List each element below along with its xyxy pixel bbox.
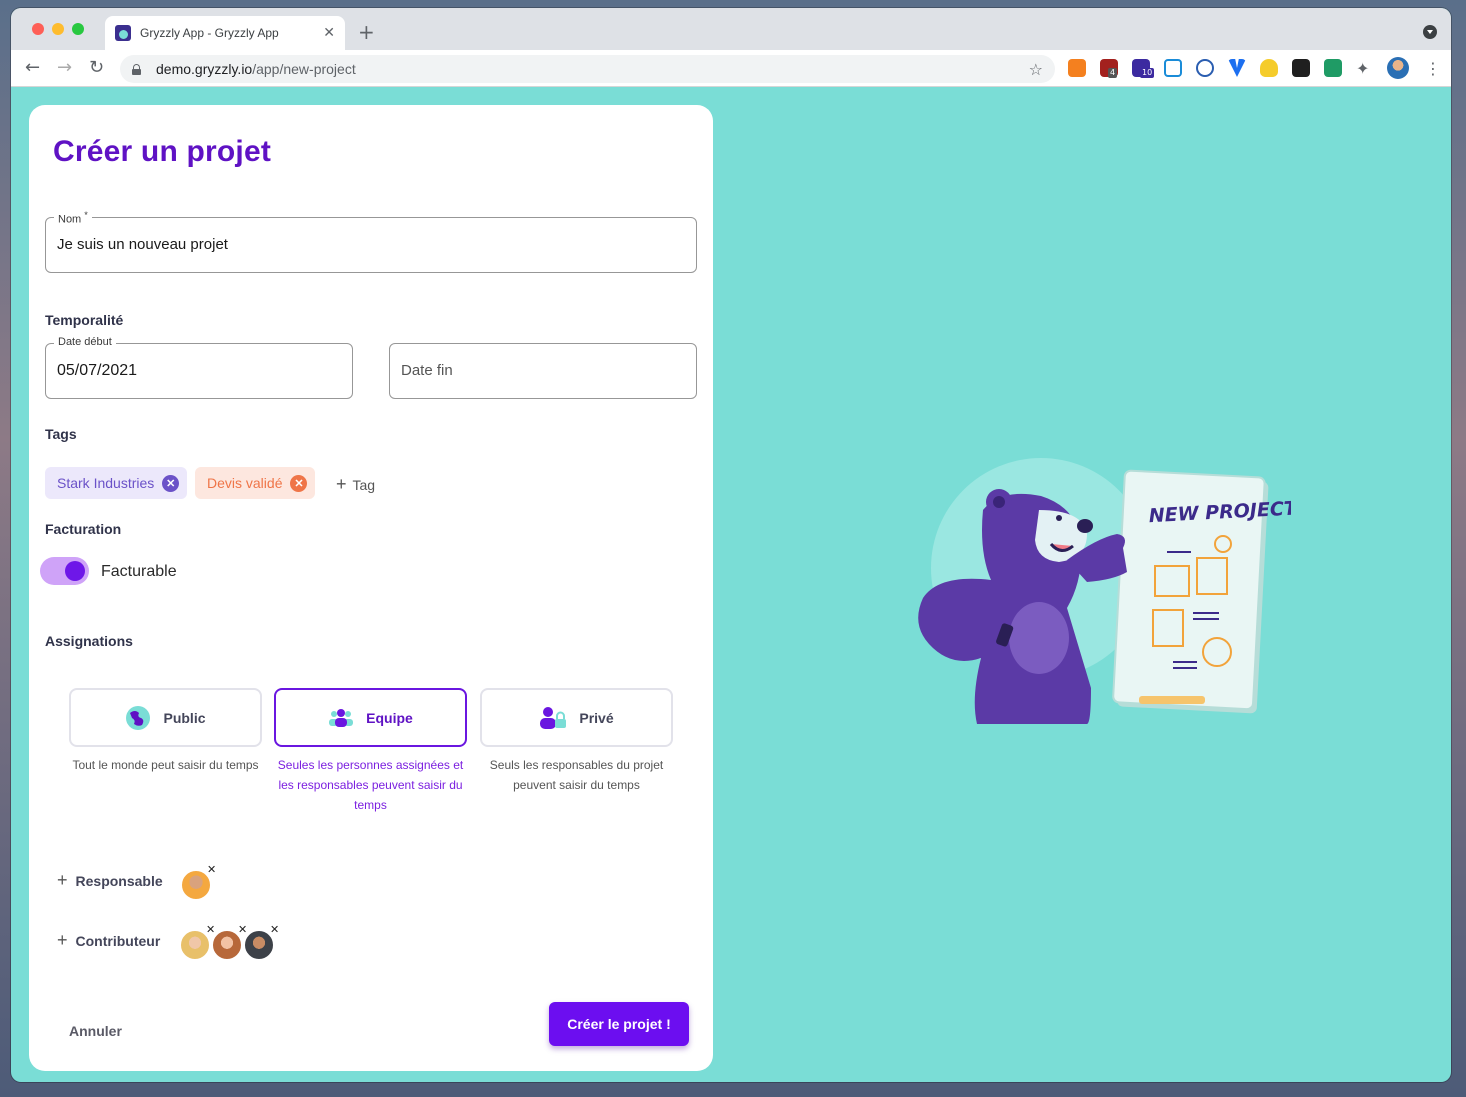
end-date-field[interactable]: Date fin xyxy=(389,343,697,399)
tab-close-icon[interactable]: ✕ xyxy=(323,25,335,41)
team-icon xyxy=(329,708,354,727)
ublock-extension-icon[interactable]: 4 xyxy=(1100,59,1118,78)
chart-extension-icon[interactable] xyxy=(1324,59,1342,77)
option-label: Privé xyxy=(579,709,614,726)
option-label: Equipe xyxy=(366,709,413,726)
option-description: Seuls les responsables du projet peuvent… xyxy=(489,758,664,792)
lock-icon xyxy=(132,63,141,75)
add-tag-button[interactable]: + Tag xyxy=(336,474,375,495)
lock-user-icon xyxy=(540,706,567,729)
tag-chip[interactable]: Devis validé ✕ xyxy=(195,467,316,499)
back-arrow-icon[interactable]: ← xyxy=(25,58,40,78)
remove-tag-icon[interactable]: ✕ xyxy=(162,474,180,492)
n-extension-icon[interactable] xyxy=(1164,59,1182,77)
cancel-button[interactable]: Annuler xyxy=(69,1023,122,1039)
new-tab-button[interactable]: + xyxy=(358,20,375,44)
onepassword-extension-icon[interactable] xyxy=(1196,59,1214,77)
tags-heading: Tags xyxy=(45,426,77,442)
add-responsable-button[interactable]: + Responsable xyxy=(57,870,163,891)
remove-responsable-icon[interactable]: ✕ xyxy=(207,863,216,876)
remove-contributeur-icon[interactable]: ✕ xyxy=(270,923,279,936)
assignations-heading: Assignations xyxy=(45,633,133,649)
close-window-button[interactable] xyxy=(32,23,44,35)
reload-icon[interactable]: ↻ xyxy=(89,58,104,78)
bear-new-project-illustration: NEW PROJECT xyxy=(918,458,1291,724)
globe-icon xyxy=(126,705,151,730)
tag-chip-label: Stark Industries xyxy=(57,475,155,491)
tab-bar: Gryzzly App - Gryzzly App ✕ + xyxy=(11,8,1451,50)
visibility-option-team[interactable]: Equipe xyxy=(274,688,467,747)
end-date-placeholder: Date fin xyxy=(401,362,453,379)
name-field-label: Nom * xyxy=(54,210,92,226)
browser-tab[interactable]: Gryzzly App - Gryzzly App ✕ xyxy=(105,16,345,50)
name-field-value: Je suis un nouveau projet xyxy=(57,236,228,253)
puzzle-extensions-icon[interactable]: ✦ xyxy=(1356,59,1369,79)
remove-tag-icon[interactable]: ✕ xyxy=(290,474,308,492)
tab-search-icon[interactable] xyxy=(1423,25,1437,39)
tab-title: Gryzzly App - Gryzzly App xyxy=(140,26,279,40)
visibility-option-private[interactable]: Privé xyxy=(480,688,673,747)
minimize-window-button[interactable] xyxy=(52,23,64,35)
start-date-label: Date début xyxy=(54,336,116,348)
create-project-card: Créer un projet Nom * Je suis un nouveau… xyxy=(29,105,713,1071)
create-project-button[interactable]: Créer le projet ! xyxy=(549,1002,689,1046)
tag-chip-label: Devis validé xyxy=(207,475,283,491)
plus-icon: + xyxy=(57,930,68,950)
billable-toggle[interactable] xyxy=(40,557,89,585)
forward-arrow-icon[interactable]: → xyxy=(57,58,72,78)
tag-chip[interactable]: Stark Industries ✕ xyxy=(45,467,188,499)
layers-extension-icon[interactable] xyxy=(1292,59,1310,77)
bookmark-star-icon[interactable]: ☆ xyxy=(1029,60,1043,79)
graduation-cap-extension-icon[interactable]: 10 xyxy=(1132,59,1155,78)
browser-window: Gryzzly App - Gryzzly App ✕ + ← → ↻ demo… xyxy=(11,8,1451,1082)
option-description: Seules les personnes assignées et les re… xyxy=(277,758,464,812)
browser-menu-icon[interactable]: ⋮ xyxy=(1425,59,1441,78)
v-extension-icon[interactable] xyxy=(1228,59,1246,77)
address-bar[interactable]: demo.gryzzly.io/app/new-project ☆ xyxy=(120,55,1055,83)
billable-toggle-label: Facturable xyxy=(101,563,177,580)
visibility-option-public[interactable]: Public xyxy=(69,688,262,747)
flipchart-board: NEW PROJECT xyxy=(1112,469,1291,714)
add-contributeur-button[interactable]: + Contributeur xyxy=(57,930,160,951)
option-label: Public xyxy=(163,709,206,726)
gryzzly-favicon-icon xyxy=(115,25,131,41)
name-field[interactable]: Nom * Je suis un nouveau projet xyxy=(45,210,697,273)
browser-toolbar: ← → ↻ demo.gryzzly.io/app/new-project ☆ … xyxy=(11,50,1451,87)
url-text: demo.gryzzly.io/app/new-project xyxy=(156,61,356,77)
plus-icon: + xyxy=(336,474,347,494)
option-description: Tout le monde peut saisir du temps xyxy=(72,758,259,772)
lightbulb-extension-icon[interactable] xyxy=(1260,59,1278,77)
plus-icon: + xyxy=(57,870,68,890)
temporality-heading: Temporalité xyxy=(45,312,124,328)
start-date-value: 05/07/2021 xyxy=(57,362,138,379)
start-date-field[interactable]: Date début 05/07/2021 xyxy=(45,336,353,399)
page-title: Créer un projet xyxy=(53,135,272,168)
billing-heading: Facturation xyxy=(45,521,122,537)
maximize-window-button[interactable] xyxy=(72,23,84,35)
profile-avatar[interactable] xyxy=(1387,57,1409,79)
hubspot-extension-icon[interactable] xyxy=(1068,59,1086,77)
